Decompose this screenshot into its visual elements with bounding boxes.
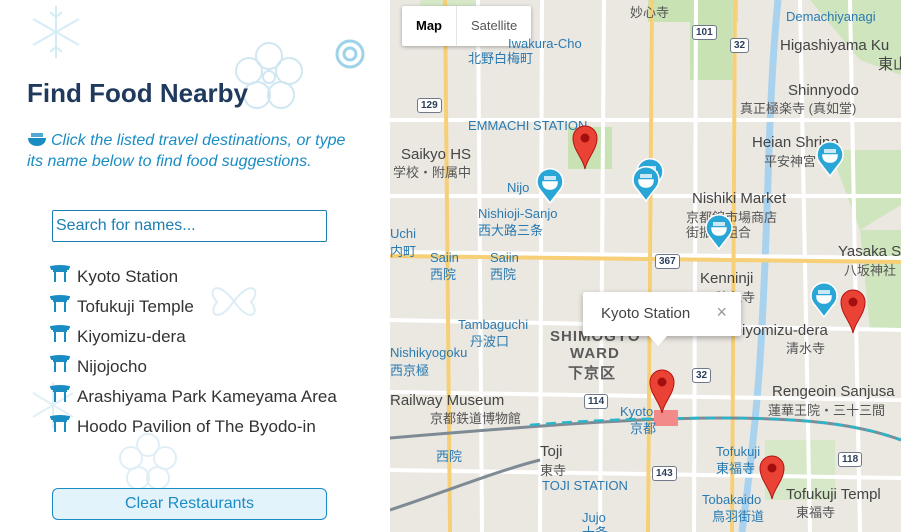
restaurant-marker[interactable]	[536, 168, 564, 204]
route-shield: 118	[838, 452, 863, 467]
map-label: Nishioji-Sanjo	[478, 206, 558, 221]
route-shield: 101	[692, 25, 717, 40]
map-label: 京都	[630, 421, 657, 436]
destination-list: Kyoto Station Tofukuji Temple Kiyomizu-d…	[50, 262, 350, 442]
destination-marker[interactable]	[757, 452, 787, 500]
map-label: Nishiki Market	[692, 190, 787, 207]
map-label: Nishikyogoku	[390, 345, 468, 360]
route-shield: 32	[692, 368, 712, 383]
destination-item[interactable]: Kiyomizu-dera	[50, 322, 350, 352]
map-label: 東福寺	[716, 461, 756, 476]
torii-icon	[50, 385, 70, 402]
clear-restaurants-button[interactable]: Clear Restaurants	[52, 488, 327, 520]
map-label: 平安神宮	[764, 154, 817, 169]
map-label: 西大路三条	[478, 223, 544, 238]
noodle-bowl-icon	[28, 133, 46, 146]
torii-icon	[50, 355, 70, 372]
destination-item[interactable]: Arashiyama Park Kameyama Area	[50, 382, 350, 412]
map-base-layer	[390, 0, 901, 532]
map-label: Shinnyodo	[788, 82, 859, 99]
map-label: Toji	[540, 443, 563, 460]
map-label: Demachiyanagi	[786, 9, 876, 24]
info-window-title: Kyoto Station	[601, 305, 691, 322]
map-label: 清水寺	[786, 341, 826, 356]
map-label: Saiin	[490, 250, 519, 265]
torii-icon	[50, 415, 70, 432]
close-icon[interactable]: ×	[716, 303, 727, 321]
map-label: 八坂神社	[844, 263, 897, 278]
torii-icon	[50, 295, 70, 312]
map-label: 東福寺	[796, 505, 836, 520]
info-window: Kyoto Station ×	[583, 292, 741, 346]
search-input[interactable]	[52, 210, 327, 242]
destination-item[interactable]: Hoodo Pavilion of The Byodo-in	[50, 412, 350, 442]
destination-label: Kyoto Station	[77, 267, 179, 286]
map-type-map-button[interactable]: Map	[402, 6, 456, 46]
map-canvas[interactable]: Map Satellite 妙心寺 Demachiyanagi Higashiy…	[390, 0, 901, 532]
map-label: 内町	[390, 244, 417, 259]
destination-label: Arashiyama Park Kameyama Area	[77, 387, 337, 406]
map-label: 京都鉄道博物館	[430, 411, 522, 426]
map-label: iyomizu-dera	[742, 322, 828, 339]
snowflake-icon	[32, 6, 80, 58]
map-label: 妙心寺	[630, 5, 670, 20]
destination-marker[interactable]	[647, 366, 677, 414]
instructions-label: Click the listed travel destinations, or…	[27, 132, 346, 170]
map-label: 下京区	[568, 365, 617, 382]
destination-label: Nijojocho	[77, 357, 147, 376]
restaurant-marker[interactable]	[816, 141, 844, 177]
route-shield: 32	[730, 38, 750, 53]
map-label: 学校・附属中	[393, 165, 472, 180]
map-label: 東寺	[540, 463, 567, 478]
map-label: 西院	[490, 267, 517, 282]
restaurant-marker[interactable]	[632, 166, 660, 202]
torii-icon	[50, 265, 70, 282]
target-icon	[335, 39, 365, 69]
map-label: 丹波口	[470, 334, 510, 349]
map-label: Saikyo HS	[401, 146, 472, 163]
route-shield: 143	[652, 466, 677, 481]
instructions-text: Click the listed travel destinations, or…	[27, 130, 362, 172]
map-label: Rengeoin Sanjusa	[772, 383, 895, 400]
map-label: Higashiyama Ku	[780, 37, 890, 54]
map-label: 西院	[436, 449, 463, 464]
route-shield: 129	[417, 98, 442, 113]
map-label: Yasaka Sh	[838, 243, 901, 260]
destination-item[interactable]: Tofukuji Temple	[50, 292, 350, 322]
left-panel: Find Food Nearby Click the listed travel…	[0, 0, 390, 532]
destination-item[interactable]: Nijojocho	[50, 352, 350, 382]
destination-marker[interactable]	[838, 286, 868, 334]
destination-label: Kiyomizu-dera	[77, 327, 186, 346]
map-label: Railway Museum	[390, 392, 505, 409]
map-label: Tofukuji Templ	[786, 486, 881, 503]
destination-item[interactable]: Kyoto Station	[50, 262, 350, 292]
destination-marker[interactable]	[570, 122, 600, 170]
map-label: Kenninji	[700, 270, 754, 287]
destination-label: Tofukuji Temple	[77, 297, 194, 316]
map-label: Tobakaido	[702, 492, 762, 507]
map-label: 真正極楽寺 (真如堂)	[740, 101, 857, 116]
torii-icon	[50, 325, 70, 342]
route-shield: 367	[655, 254, 680, 269]
restaurant-marker[interactable]	[810, 282, 838, 318]
map-label: Saiin	[430, 250, 459, 265]
map-label: Tambaguchi	[458, 317, 529, 332]
map-label: 北野白梅町	[468, 51, 534, 66]
route-shield: 114	[584, 394, 609, 409]
map-label: Tofukuji	[716, 444, 761, 459]
destination-label: Hoodo Pavilion of The Byodo-in	[77, 417, 316, 436]
map-label: 十条	[582, 522, 608, 532]
map-label: Nijo	[507, 180, 530, 195]
map-label: 東山	[878, 56, 901, 73]
map-label: 西院	[430, 267, 457, 282]
map-label: 蓮華王院・三十三間	[768, 403, 886, 418]
map-label: TOJI STATION	[542, 478, 628, 493]
restaurant-marker[interactable]	[705, 214, 733, 250]
map-label: 鳥羽街道	[712, 509, 765, 524]
map-label: WARD	[570, 345, 620, 362]
map-label: 西京極	[390, 363, 430, 378]
map-label: Uchi	[390, 226, 417, 241]
page-title: Find Food Nearby	[27, 78, 248, 108]
